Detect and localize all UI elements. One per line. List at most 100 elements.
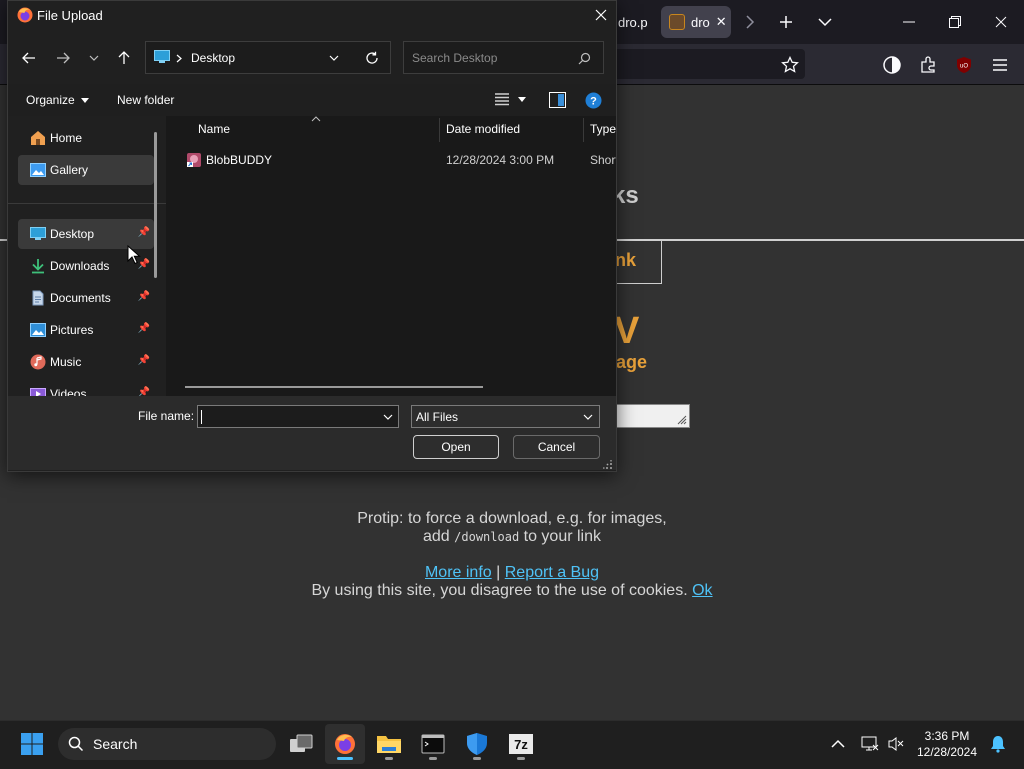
report-bug-link[interactable]: Report a Bug — [505, 564, 599, 581]
show-hidden-icons-button[interactable] — [818, 724, 858, 764]
ublock-icon[interactable]: uO — [950, 52, 978, 78]
cancel-button[interactable]: Cancel — [513, 435, 600, 459]
column-separator[interactable] — [439, 118, 440, 142]
up-button[interactable] — [113, 47, 135, 69]
restore-icon[interactable] — [932, 0, 978, 44]
tab-label: dro — [691, 14, 710, 30]
chevron-up-icon — [831, 739, 845, 748]
preview-pane-button[interactable] — [549, 92, 566, 113]
task-view-button[interactable] — [281, 724, 321, 764]
taskbar-search[interactable]: Search — [58, 728, 276, 760]
extensions-icon[interactable] — [914, 52, 942, 78]
text-caret — [201, 410, 202, 424]
hamburger-menu-icon[interactable] — [986, 52, 1014, 78]
nav-item-pictures[interactable]: Pictures 📌 — [18, 315, 154, 345]
search-icon — [68, 736, 84, 752]
resize-grip-icon[interactable] — [603, 460, 613, 470]
resize-grip-icon[interactable] — [675, 413, 687, 425]
file-explorer-taskbar-button[interactable] — [369, 724, 409, 764]
firefox-taskbar-button[interactable] — [325, 724, 365, 764]
security-taskbar-button[interactable] — [457, 724, 497, 764]
url-bar[interactable] — [600, 49, 805, 79]
tab-active[interactable]: dro ✕ — [661, 6, 731, 38]
new-folder-button[interactable]: New folder — [117, 93, 174, 107]
task-view-icon — [290, 734, 313, 752]
nav-item-home[interactable]: Home — [18, 123, 154, 153]
recent-locations-button[interactable] — [86, 50, 102, 66]
file-type-select[interactable]: All Files — [411, 405, 600, 428]
firefox-icon — [17, 7, 33, 23]
terminal-taskbar-button[interactable] — [413, 724, 453, 764]
column-separator[interactable] — [583, 118, 584, 142]
nav-item-gallery[interactable]: Gallery — [18, 155, 154, 185]
scroll-tabs-right-icon[interactable] — [735, 8, 765, 36]
music-icon — [30, 354, 46, 370]
dialog-close-button[interactable] — [588, 4, 614, 26]
address-dropdown-icon[interactable] — [329, 55, 339, 61]
cookie-ok-link[interactable]: Ok — [692, 582, 712, 599]
sort-ascending-icon — [311, 116, 321, 122]
7zip-icon: 7z — [509, 734, 533, 754]
folder-icon — [377, 736, 401, 753]
close-window-icon[interactable] — [978, 0, 1024, 44]
breadcrumb[interactable]: Desktop — [191, 51, 235, 65]
nav-item-videos[interactable]: Videos 📌 — [18, 379, 154, 396]
forward-button[interactable] — [52, 48, 74, 68]
desktop-icon — [154, 50, 170, 63]
list-all-tabs-icon[interactable] — [810, 8, 840, 36]
refresh-button[interactable] — [361, 48, 383, 68]
column-header-date[interactable]: Date modified — [446, 122, 520, 136]
svg-text:uO: uO — [960, 64, 968, 70]
view-options-button[interactable] — [494, 92, 526, 106]
shortcut-file-icon — [187, 153, 201, 167]
help-button[interactable]: ? — [585, 92, 602, 114]
nav-divider — [8, 203, 166, 204]
file-row[interactable]: BlobBUDDY 12/28/2024 3:00 PM Short — [184, 151, 616, 171]
file-type-value: All Files — [416, 410, 459, 424]
running-app-indicator — [473, 757, 481, 760]
start-button[interactable] — [12, 724, 52, 764]
address-bar[interactable]: Desktop — [145, 41, 391, 74]
bookmark-star-icon[interactable] — [776, 52, 804, 78]
protip-end: to your link — [523, 528, 601, 545]
account-icon[interactable] — [878, 52, 906, 78]
close-tab-icon[interactable]: ✕ — [716, 14, 727, 30]
cookie-notice: By using this site, you disagree to the … — [0, 582, 1024, 600]
back-button[interactable] — [18, 48, 40, 68]
file-list-pane: BlobBUDDY 12/28/2024 3:00 PM Short — [166, 116, 616, 396]
column-header-name[interactable]: Name — [198, 122, 230, 136]
file-name-label: File name: — [138, 409, 195, 423]
7zip-taskbar-button[interactable]: 7z — [501, 724, 541, 764]
organize-button[interactable]: Organize — [26, 93, 89, 107]
page-big-fragment: V — [614, 310, 640, 352]
running-app-indicator — [429, 757, 437, 760]
more-info-link[interactable]: More info — [425, 564, 492, 581]
search-placeholder: Search Desktop — [412, 51, 498, 65]
taskbar-search-label: Search — [93, 736, 138, 752]
volume-tray-button[interactable] — [882, 724, 910, 764]
bell-icon — [991, 736, 1005, 753]
document-icon — [32, 290, 44, 306]
network-tray-button[interactable] — [856, 724, 884, 764]
page-textarea[interactable] — [610, 404, 690, 428]
chevron-down-icon — [518, 96, 526, 102]
horizontal-scrollbar[interactable] — [185, 386, 483, 388]
nav-item-music[interactable]: Music 📌 — [18, 347, 154, 377]
clock[interactable]: 3:36 PM 12/28/2024 — [912, 728, 982, 760]
search-input[interactable]: Search Desktop — [403, 41, 604, 74]
nav-item-label: Videos — [50, 387, 87, 396]
column-header-type[interactable]: Type — [590, 122, 616, 136]
chevron-down-icon[interactable] — [383, 414, 393, 420]
gallery-icon — [30, 163, 46, 177]
nav-item-label: Documents — [50, 291, 111, 305]
new-tab-icon[interactable] — [771, 8, 801, 36]
notifications-button[interactable] — [984, 724, 1012, 764]
minimize-icon[interactable] — [886, 0, 932, 44]
nav-item-documents[interactable]: Documents 📌 — [18, 283, 154, 313]
file-name-input[interactable] — [197, 405, 399, 428]
open-button[interactable]: Open — [413, 435, 499, 459]
protip-code: /download — [454, 530, 520, 544]
help-icon: ? — [585, 92, 602, 109]
nav-scrollbar[interactable] — [154, 132, 157, 278]
breadcrumb-chevron-icon — [176, 54, 182, 63]
